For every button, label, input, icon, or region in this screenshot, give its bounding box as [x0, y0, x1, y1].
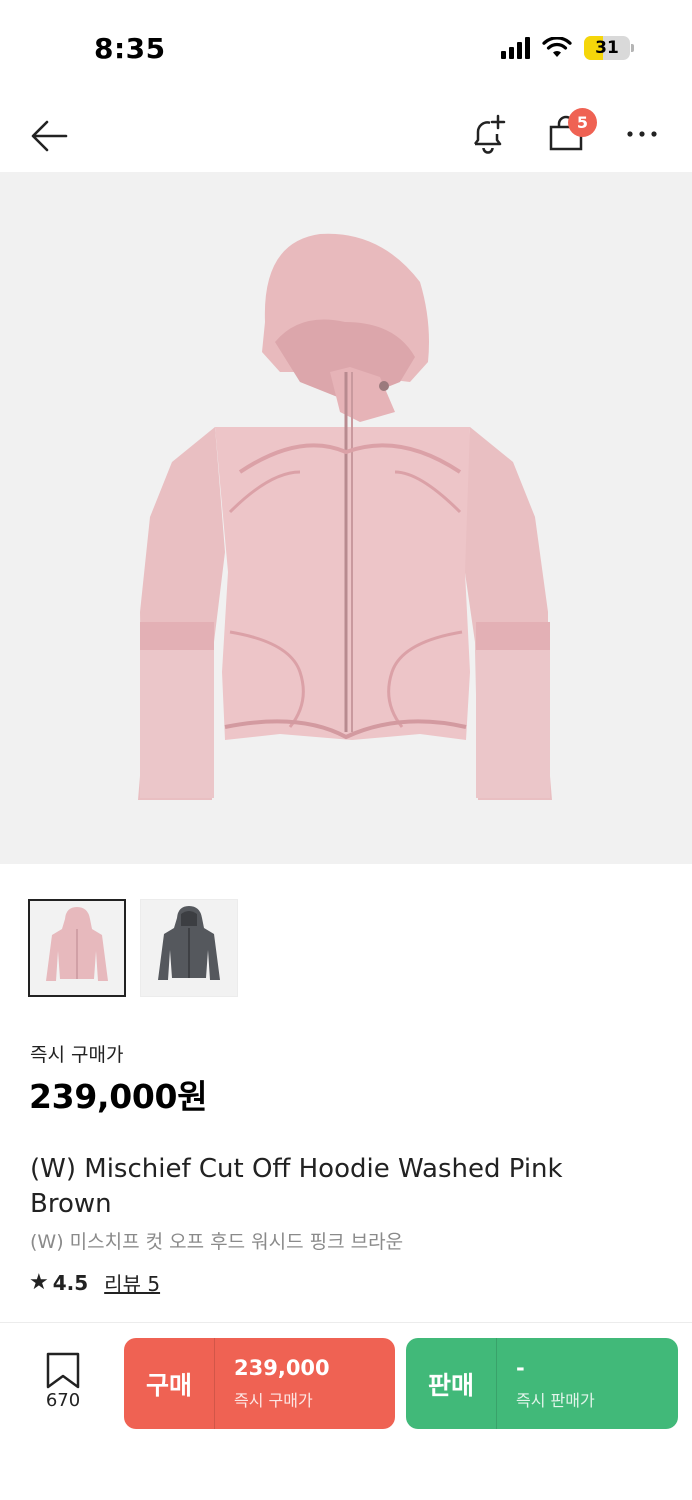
hoodie-thumbnail-charcoal [158, 906, 220, 980]
product-image[interactable] [0, 172, 692, 864]
price-value: 239,000원 [29, 1077, 208, 1116]
back-button[interactable] [28, 114, 72, 158]
hoodie-illustration [138, 233, 552, 800]
cart-count-badge: 5 [568, 108, 597, 137]
sell-label: 판매 [427, 1370, 474, 1400]
sell-button[interactable]: 판매 - 즉시 판매가 [406, 1338, 678, 1429]
buy-divider [214, 1338, 215, 1429]
battery-icon: 31 [584, 36, 634, 60]
review-link[interactable]: 리뷰 5 [104, 1268, 160, 1297]
star-icon: ★ [29, 1269, 49, 1295]
buy-label: 구매 [145, 1370, 192, 1400]
cellular-signal-icon [501, 37, 530, 59]
more-horizontal-icon [627, 131, 657, 137]
product-title-korean: (W) 미스치프 컷 오프 후드 워시드 핑크 브라운 [30, 1231, 404, 1253]
price-label: 즉시 구매가 [30, 1044, 124, 1066]
battery-level: 31 [595, 38, 619, 58]
sell-divider [496, 1338, 497, 1429]
wishlist-count: 670 [45, 1390, 81, 1411]
status-time: 8:35 [94, 32, 166, 65]
buy-price-label: 즉시 구매가 [234, 1391, 313, 1410]
thumbnail-charcoal[interactable] [140, 899, 238, 997]
arrow-left-icon [31, 120, 68, 152]
status-bar: 8:35 31 [0, 0, 692, 100]
thumbnail-list [28, 899, 238, 997]
sell-price: - [516, 1356, 525, 1380]
wifi-icon [542, 37, 572, 57]
hoodie-thumbnail-pink [46, 907, 108, 981]
status-icons: 31 [501, 36, 634, 60]
buy-price: 239,000 [234, 1356, 330, 1380]
bell-plus-icon [474, 114, 506, 154]
product-title: (W) Mischief Cut Off Hoodie Washed Pink … [30, 1154, 563, 1219]
sell-price-label: 즉시 판매가 [516, 1391, 595, 1410]
rating-value: 4.5 [52, 1270, 89, 1295]
buy-button[interactable]: 구매 239,000 즉시 구매가 [124, 1338, 395, 1429]
more-button[interactable] [620, 112, 664, 156]
thumbnail-pink[interactable] [28, 899, 126, 997]
rating-row: ★ 4.5 리뷰 5 [29, 1268, 160, 1297]
price-alert-button[interactable] [466, 112, 510, 156]
bookmark-icon [46, 1352, 80, 1389]
bottom-divider [0, 1322, 692, 1323]
